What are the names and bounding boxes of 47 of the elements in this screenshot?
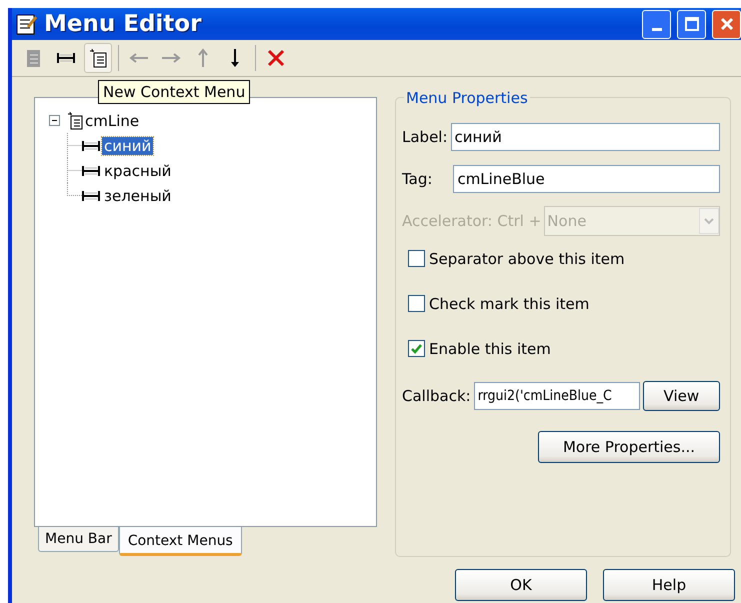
group-title: Menu Properties <box>404 89 530 107</box>
down-arrow-icon <box>230 48 240 68</box>
toolbar-button[interactable] <box>84 43 112 73</box>
tree-node[interactable]: красный <box>102 162 174 180</box>
callback-field[interactable]: rrgui2('cmLineBlue_C <box>474 382 640 410</box>
tree-line <box>67 133 82 158</box>
left-arrow-icon <box>129 53 149 63</box>
maximize-button[interactable] <box>677 10 706 38</box>
field-label: Callback: <box>402 387 471 405</box>
tag-field[interactable]: cmLineBlue <box>453 165 720 193</box>
close-button[interactable] <box>712 10 741 38</box>
menu-item-icon <box>82 164 100 176</box>
menu-item-icon <box>82 190 100 202</box>
menu-item-icon <box>82 140 100 152</box>
tab[interactable]: Context Menus <box>118 527 242 556</box>
dialog-button[interactable]: OK <box>455 569 587 601</box>
menu-item-icon <box>57 52 75 64</box>
close-icon <box>720 17 734 31</box>
minimize-icon <box>652 28 662 30</box>
checkbox[interactable] <box>408 340 425 357</box>
field-label: Accelerator: Ctrl + <box>402 212 542 230</box>
maximize-icon <box>684 17 698 31</box>
checkbox-label: Enable this item <box>429 340 551 358</box>
context-menu-icon <box>89 48 107 68</box>
field-label: Tag: <box>402 170 432 188</box>
dialog-button[interactable]: Help <box>603 569 735 601</box>
view-button[interactable]: View <box>642 381 720 411</box>
tree-node[interactable]: зеленый <box>102 186 174 204</box>
tree-node[interactable]: синий <box>102 136 154 154</box>
checkbox[interactable] <box>408 295 425 312</box>
tree-node[interactable]: cmLine <box>83 112 142 130</box>
tab[interactable]: Menu Bar <box>38 527 119 552</box>
right-arrow-icon <box>161 53 181 63</box>
checkbox-label: Separator above this item <box>429 250 625 268</box>
checkbox[interactable] <box>408 250 425 267</box>
document-icon <box>26 48 42 68</box>
minimize-button[interactable] <box>642 10 671 38</box>
context-menu-icon <box>67 112 83 130</box>
checkbox-label: Check mark this item <box>429 294 590 312</box>
menu-editor-icon <box>16 13 38 35</box>
field-label: Label: <box>402 128 448 146</box>
delete-icon <box>267 49 285 67</box>
label-field[interactable]: синий <box>450 123 720 151</box>
up-arrow-icon <box>198 48 208 68</box>
window-title: Menu Editor <box>44 11 202 37</box>
more-properties-button[interactable]: More Properties... <box>538 431 720 463</box>
tooltip: New Context Menu <box>98 80 250 104</box>
